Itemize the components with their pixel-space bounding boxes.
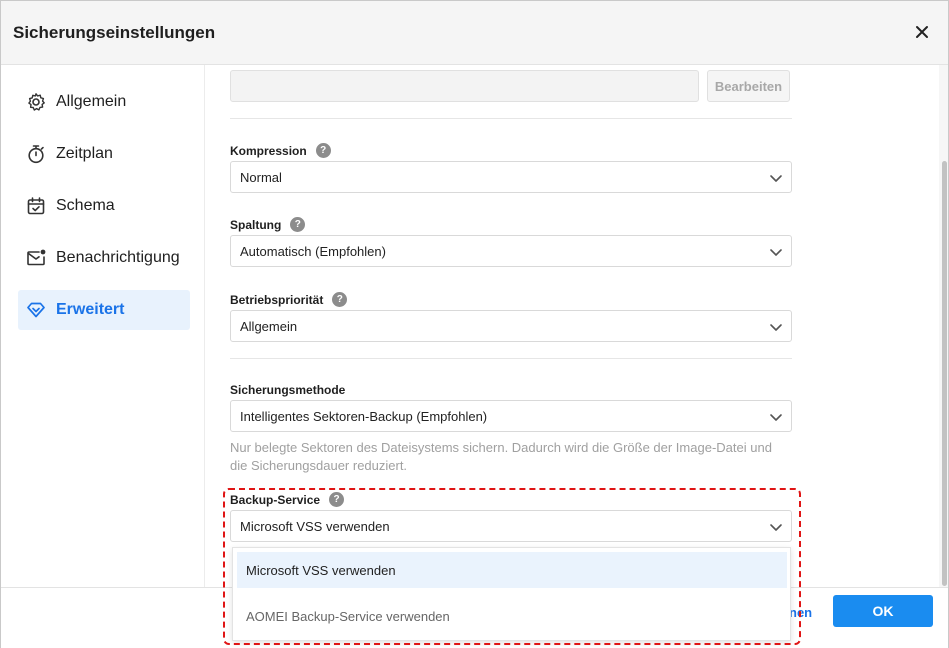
sidebar: Allgemein Zeitplan Schema Benachrichtigu…	[1, 65, 205, 587]
method-label: Sicherungsmethode	[230, 383, 345, 397]
edit-button[interactable]: Bearbeiten	[707, 70, 790, 102]
help-icon[interactable]: ?	[290, 217, 306, 232]
dropdown-option-aomei[interactable]: AOMEI Backup-Service verwenden	[237, 598, 787, 634]
sidebar-item-schema[interactable]: Schema	[18, 186, 190, 226]
compression-label-text: Kompression	[230, 143, 307, 158]
compression-value: Normal	[240, 169, 282, 185]
ok-button[interactable]: OK	[833, 595, 933, 627]
chevron-down-icon	[770, 324, 782, 331]
sidebar-item-label: Erweitert	[56, 301, 125, 318]
compression-select[interactable]: Normal	[230, 161, 792, 193]
splitting-value: Automatisch (Empfohlen)	[240, 243, 386, 259]
calendar-check-icon	[25, 195, 47, 217]
settings-dialog: Sicherungseinstellungen Allgemein Zeitpl…	[0, 0, 949, 648]
backup-service-value: Microsoft VSS verwenden	[240, 518, 390, 534]
backup-service-label-text: Backup-Service	[230, 492, 321, 507]
diamond-icon	[25, 299, 47, 321]
sidebar-item-label: Benachrichtigung	[56, 249, 180, 266]
dropdown-option-vss[interactable]: Microsoft VSS verwenden	[237, 552, 787, 588]
priority-label: Betriebspriorität ?	[230, 292, 348, 307]
cancel-link[interactable]: nen	[789, 605, 812, 620]
method-value: Intelligentes Sektoren-Backup (Empfohlen…	[240, 408, 488, 424]
close-icon	[916, 26, 928, 38]
backup-service-select[interactable]: Microsoft VSS verwenden	[230, 510, 792, 542]
close-button[interactable]	[909, 19, 935, 45]
splitting-label: Spaltung ?	[230, 217, 306, 232]
compression-label: Kompression ?	[230, 143, 331, 158]
sidebar-item-erweitert[interactable]: Erweitert	[18, 290, 190, 330]
help-icon[interactable]: ?	[329, 492, 345, 507]
help-icon[interactable]: ?	[332, 292, 348, 307]
sidebar-item-benachrichtigung[interactable]: Benachrichtigung	[18, 238, 190, 278]
scrollbar-thumb[interactable]	[942, 161, 947, 586]
priority-value: Allgemein	[240, 318, 298, 334]
sidebar-item-allgemein[interactable]: Allgemein	[18, 82, 190, 122]
dialog-title: Sicherungseinstellungen	[13, 23, 216, 42]
priority-label-text: Betriebspriorität	[230, 292, 324, 307]
sidebar-item-label: Zeitplan	[56, 145, 113, 162]
method-select[interactable]: Intelligentes Sektoren-Backup (Empfohlen…	[230, 400, 792, 432]
sidebar-item-zeitplan[interactable]: Zeitplan	[18, 134, 190, 174]
backup-service-dropdown: Microsoft VSS verwenden AOMEI Backup-Ser…	[232, 547, 791, 641]
sidebar-item-label: Schema	[56, 197, 115, 214]
chevron-down-icon	[770, 175, 782, 182]
chevron-down-icon	[770, 249, 782, 256]
mail-notification-icon	[25, 247, 47, 269]
method-hint: Nur belegte Sektoren des Dateisystems si…	[230, 440, 772, 473]
sidebar-item-label: Allgemein	[56, 93, 127, 110]
destination-path-field[interactable]	[230, 70, 699, 102]
chevron-down-icon	[770, 414, 782, 421]
chevron-down-icon	[770, 524, 782, 531]
splitting-select[interactable]: Automatisch (Empfohlen)	[230, 235, 792, 267]
stopwatch-icon	[25, 143, 47, 165]
title-bar: Sicherungseinstellungen	[1, 1, 948, 65]
gear-icon	[25, 91, 47, 113]
backup-service-label: Backup-Service ?	[230, 492, 345, 507]
help-icon[interactable]: ?	[315, 143, 331, 158]
priority-select[interactable]: Allgemein	[230, 310, 792, 342]
divider	[230, 118, 792, 119]
splitting-label-text: Spaltung	[230, 217, 282, 232]
method-label-text: Sicherungsmethode	[230, 383, 346, 397]
divider	[230, 358, 792, 359]
